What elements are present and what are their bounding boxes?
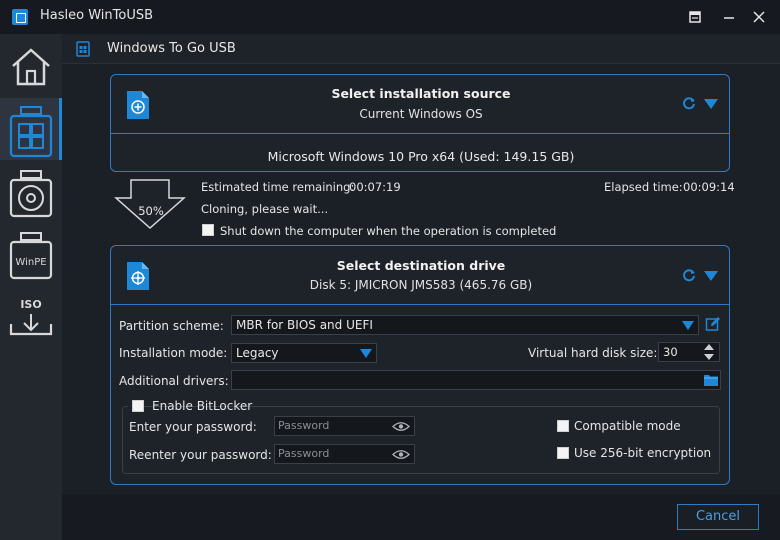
installation-mode-label: Installation mode: [119,346,228,360]
bitlocker-group [122,406,720,474]
menu-icon[interactable] [686,8,704,26]
status-text: Cloning, please wait... [201,202,329,216]
title-bar: Hasleo WinToUSB [0,0,780,34]
password-label: Enter your password: [129,420,257,434]
reenter-password-input[interactable]: Password [274,444,415,464]
sidebar-item-home[interactable] [0,34,62,96]
reenter-password-label: Reenter your password: [129,448,272,462]
sidebar-item-windows-to-go-usb[interactable] [0,98,62,160]
bitlocker-checkbox[interactable] [132,400,144,412]
home-icon [12,48,50,86]
encryption-256-checkbox[interactable] [557,447,569,459]
source-title: Select installation source [331,86,511,101]
shutdown-label: Shut down the computer when the operatio… [220,224,557,238]
source-info: Microsoft Windows 10 Pro x64 (Used: 149.… [267,149,575,164]
source-subtitle: Current Windows OS [359,107,483,121]
vhd-size-label: Virtual hard disk size: [528,346,658,360]
partition-scheme-select[interactable]: MBR for BIOS and UEFI [231,315,699,335]
disc-usb-icon [9,170,53,218]
estimated-time-value: 00:07:19 [349,180,401,194]
partition-scheme-value: MBR for BIOS and UEFI [236,318,373,332]
vhd-size-value: 30 [663,345,678,359]
windows-usb-icon [9,106,53,158]
eye-icon[interactable] [392,449,410,460]
refresh-icon[interactable] [682,268,696,282]
installation-mode-value: Legacy [236,346,279,360]
sidebar-item-winpe-to-usb[interactable]: WinPE [0,224,62,286]
estimated-time-label: Estimated time remaining: [201,180,355,194]
page-header: Windows To Go USB [62,34,780,64]
destination-title: Select destination drive [336,258,506,273]
chevron-down-icon [682,321,694,330]
chevron-down-icon[interactable] [704,99,718,109]
shutdown-checkbox[interactable] [202,224,214,236]
footer [62,494,780,540]
cancel-button[interactable]: Cancel [677,504,759,530]
installation-mode-select[interactable]: Legacy [231,343,377,363]
winpe-label: WinPE [15,257,46,268]
elapsed-time-label: Elapsed time: [604,180,683,194]
page-title: Windows To Go USB [107,41,236,56]
panel-divider [111,304,729,305]
sidebar-item-iso-to-usb[interactable]: ISO [0,288,62,350]
progress-percent: 50% [138,204,164,218]
windows-usb-small-icon [76,41,90,57]
password-input[interactable]: Password [274,416,415,436]
sidebar: WinPE ISO [0,34,62,540]
sidebar-item-disc-to-usb[interactable] [0,162,62,224]
minimize-icon[interactable] [720,8,738,26]
partition-scheme-label: Partition scheme: [119,319,224,333]
elapsed-time-value: 00:09:14 [683,180,735,194]
installation-source-panel[interactable]: Select installation source Current Windo… [110,74,730,172]
app-logo-icon [12,9,28,25]
encryption-256-label: Use 256-bit encryption [574,446,712,460]
chevron-down-icon[interactable] [704,271,718,281]
eye-icon[interactable] [392,421,410,432]
vhd-size-stepper[interactable] [702,342,716,362]
chevron-down-icon [360,349,372,358]
destination-subtitle: Disk 5: JMICRON JMS583 (465.76 GB) [309,278,533,292]
panel-divider [111,133,729,134]
close-icon[interactable] [750,8,768,26]
edit-icon[interactable] [705,316,721,332]
password-placeholder: Password [278,419,330,432]
winpe-icon: WinPE [9,232,53,280]
bitlocker-label: Enable BitLocker [152,399,253,413]
refresh-icon[interactable] [682,96,696,110]
reenter-password-placeholder: Password [278,447,330,460]
folder-icon[interactable] [704,374,718,386]
iso-label: ISO [20,298,41,311]
additional-drivers-input[interactable] [231,370,721,390]
compatible-mode-label: Compatible mode [574,419,681,433]
additional-drivers-label: Additional drivers: [119,374,229,388]
compatible-mode-checkbox[interactable] [557,420,569,432]
iso-download-icon: ISO [9,298,53,336]
app-title: Hasleo WinToUSB [40,8,154,23]
